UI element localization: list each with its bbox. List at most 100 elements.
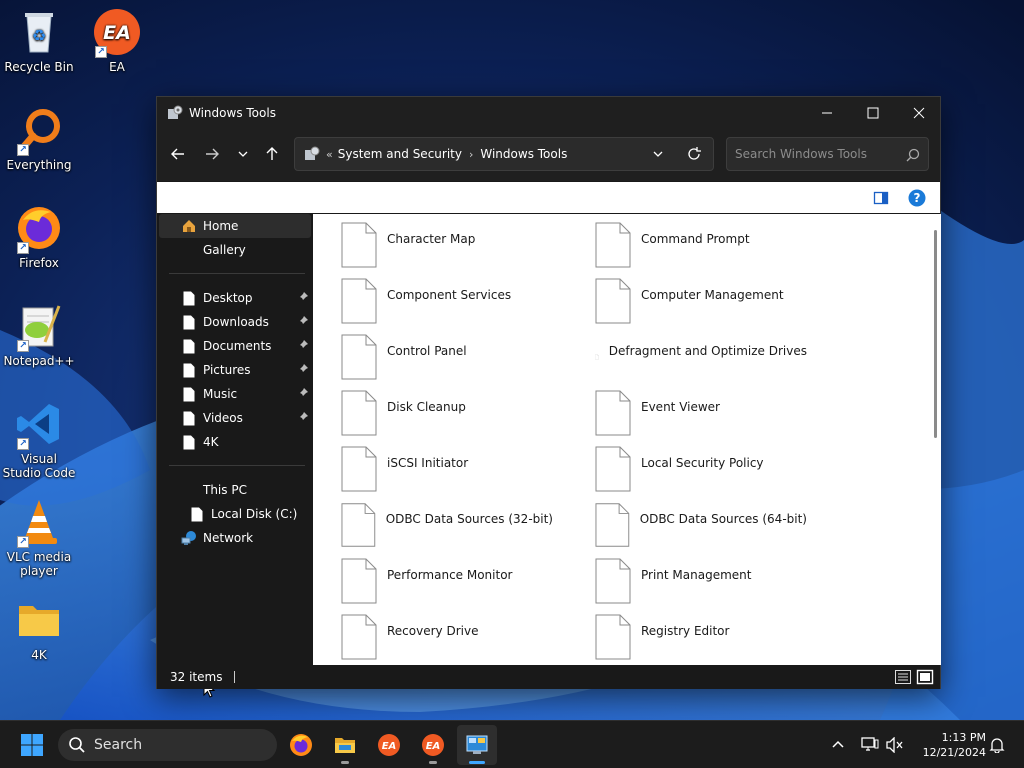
address-bar[interactable]: « System and Security › Windows Tools (294, 137, 714, 171)
notification-bell-icon[interactable] (989, 737, 1005, 753)
file-item-label: Control Panel (387, 344, 467, 358)
file-icon (181, 338, 197, 354)
file-item[interactable]: Command Prompt (567, 222, 807, 270)
search-input[interactable] (735, 146, 900, 162)
folder-icon (15, 596, 63, 644)
up-button[interactable] (257, 139, 287, 169)
svg-text:EA: EA (103, 22, 131, 44)
nav-divider (169, 273, 305, 274)
vlc-icon: ↗ (15, 498, 63, 548)
file-item[interactable]: iSCSI Initiator (313, 446, 553, 494)
refresh-icon[interactable] (687, 147, 701, 161)
file-item-label: ODBC Data Sources (32-bit) (385, 512, 553, 526)
show-hidden-icons-chevron-up-icon[interactable] (831, 738, 845, 752)
taskbar-search-box[interactable]: Search (58, 729, 277, 761)
network-status-icon[interactable] (861, 737, 879, 753)
file-item[interactable]: Control Panel (313, 334, 553, 382)
recent-locations-button[interactable] (228, 139, 258, 169)
file-icon (181, 434, 197, 450)
generic-file-icon (595, 446, 631, 492)
taskbar-app-ea-running[interactable]: EA (413, 725, 453, 765)
desktop-icon-vscode[interactable]: ↗ Visual Studio Code (1, 400, 77, 480)
vertical-scrollbar[interactable] (934, 230, 937, 438)
breadcrumb-windows-tools[interactable]: Windows Tools (480, 147, 567, 161)
pin-icon[interactable] (297, 291, 309, 303)
file-list: Character Map Command Prompt Component Ser… (313, 214, 941, 665)
details-view-button[interactable] (894, 669, 912, 685)
help-button[interactable]: ? (908, 189, 926, 207)
nav-item-pictures[interactable]: Pictures (159, 358, 311, 382)
home-icon (181, 218, 197, 234)
desktop-icon-label: EA (109, 60, 125, 74)
nav-item-documents[interactable]: Documents (159, 334, 311, 358)
nav-item-desktop[interactable]: Desktop (159, 286, 311, 310)
file-item[interactable]: Local Security Policy (567, 446, 807, 494)
large-icons-view-button[interactable] (916, 669, 934, 685)
file-item[interactable]: ODBC Data Sources (64-bit) (567, 502, 807, 550)
nav-item-gallery[interactable]: Gallery (159, 238, 311, 262)
nav-item-network[interactable]: Network (159, 526, 311, 550)
item-count: 32 items (170, 670, 223, 684)
file-item-label: Disk Cleanup (387, 400, 466, 414)
desktop-icon-label: Visual Studio Code (2, 452, 76, 480)
clock[interactable]: 1:13 PM 12/21/2024 (914, 730, 986, 760)
nav-item-this-pc[interactable]: This PC (159, 478, 311, 502)
nav-item-home[interactable]: Home (159, 214, 311, 238)
taskbar-app-ea[interactable]: EA (369, 725, 409, 765)
file-item[interactable]: Disk Cleanup (313, 390, 553, 438)
start-button[interactable] (12, 725, 52, 765)
address-overflow[interactable]: « (326, 148, 333, 161)
file-item[interactable]: Character Map (313, 222, 553, 270)
file-item[interactable]: Defragment and Optimize Drives (567, 334, 807, 382)
desktop-icon-vlc[interactable]: ↗ VLC media player (1, 498, 77, 578)
file-item[interactable]: Performance Monitor (313, 558, 553, 606)
desktop-icon-notepad-plus-plus[interactable]: ↗ Notepad++ (1, 302, 77, 368)
breadcrumb-system-and-security[interactable]: System and Security (338, 147, 462, 161)
file-item-label: Defragment and Optimize Drives (608, 344, 807, 358)
file-item[interactable]: Print Management (567, 558, 807, 606)
volume-muted-icon[interactable] (886, 737, 904, 753)
desktop-icon-recycle-bin[interactable]: ♻ Recycle Bin (1, 8, 77, 74)
file-item[interactable]: Recovery Drive (313, 614, 553, 662)
svg-text:EA: EA (426, 741, 441, 752)
clock-date: 12/21/2024 (922, 746, 986, 759)
taskbar-app-windows-tools[interactable] (457, 725, 497, 765)
search-box[interactable] (726, 137, 929, 171)
generic-file-icon (341, 446, 377, 492)
maximize-icon (867, 107, 879, 119)
file-item[interactable]: Component Services (313, 278, 553, 326)
back-button[interactable] (163, 139, 193, 169)
taskbar-app-firefox[interactable] (281, 725, 321, 765)
forward-button[interactable] (197, 139, 227, 169)
generic-file-icon (595, 503, 630, 547)
file-item[interactable]: Computer Management (567, 278, 807, 326)
desktop-icon-firefox[interactable]: ↗ Firefox (1, 204, 77, 270)
nav-item-local-disk[interactable]: Local Disk (C:) (159, 502, 311, 526)
close-button[interactable] (896, 97, 942, 129)
desktop-icon-ea[interactable]: EA ↗ EA (79, 8, 155, 74)
desktop-icon-4k-folder[interactable]: 4K (1, 596, 77, 662)
pin-icon[interactable] (297, 411, 309, 423)
control-panel-icon (305, 146, 320, 160)
nav-item-music[interactable]: Music (159, 382, 311, 406)
pin-icon[interactable] (297, 363, 309, 375)
address-dropdown-icon[interactable] (652, 148, 664, 160)
minimize-button[interactable] (804, 97, 850, 129)
file-item[interactable]: ODBC Data Sources (32-bit) (313, 502, 553, 550)
file-item-label: Component Services (387, 288, 512, 302)
details-pane-button[interactable] (873, 190, 889, 206)
pin-icon[interactable] (297, 315, 309, 327)
file-item[interactable]: Registry Editor (567, 614, 807, 662)
nav-item-4k[interactable]: 4K (159, 430, 311, 454)
breadcrumb-separator-icon[interactable]: › (469, 148, 473, 161)
taskbar-app-file-explorer[interactable] (325, 725, 365, 765)
generic-file-icon (341, 503, 376, 547)
pin-icon[interactable] (297, 387, 309, 399)
file-item[interactable]: Event Viewer (567, 390, 807, 438)
desktop-icon-everything[interactable]: ↗ Everything (1, 106, 77, 172)
maximize-button[interactable] (850, 97, 896, 129)
nav-item-videos[interactable]: Videos (159, 406, 311, 430)
file-item-label: Performance Monitor (387, 568, 513, 582)
pin-icon[interactable] (297, 339, 309, 351)
nav-item-downloads[interactable]: Downloads (159, 310, 311, 334)
